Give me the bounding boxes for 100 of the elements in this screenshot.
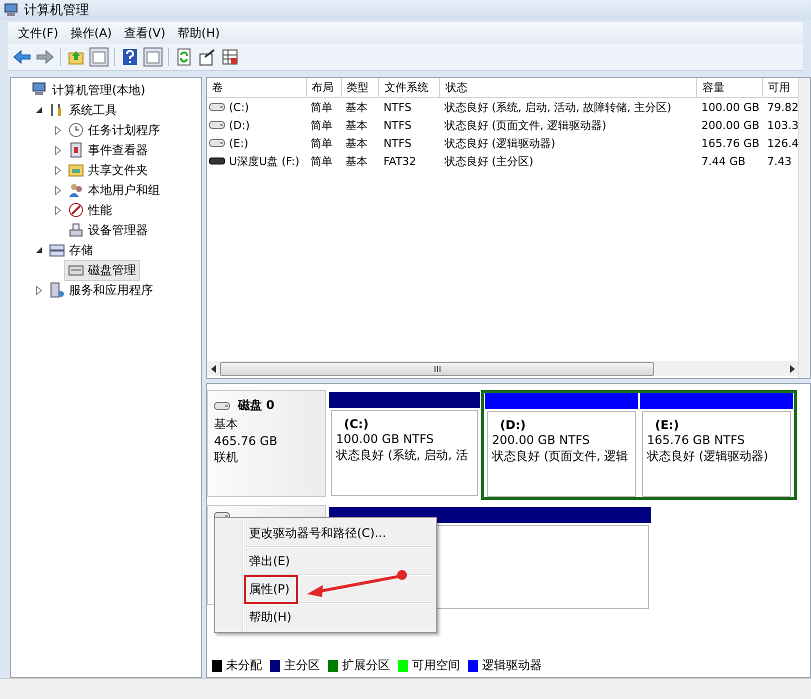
column-header[interactable]: 容量 [697,78,764,97]
table-cell: NTFS [383,118,412,132]
partition-box[interactable]: (E:) 165.76 GB NTFS 状态良好 (逻辑驱动器) [642,411,791,497]
tree-item[interactable]: 系统工具 [45,100,121,120]
legend-label: 可用空间 [412,657,460,674]
menu-item[interactable]: 帮助(H) [171,24,226,42]
help-icon[interactable] [120,47,140,67]
context-menu-item[interactable]: 属性(P) [215,576,436,602]
pane-toggle-icon[interactable] [89,47,109,67]
partition-label: (C:) [343,417,370,431]
log-book-icon [68,142,84,158]
left-arrow-icon[interactable] [210,364,218,372]
table-cell: 简单 [310,118,333,132]
drive-icon [209,139,225,147]
table-cell: 状态良好 (主分区) [444,154,534,168]
context-menu-item[interactable]: 帮助(H) [215,604,436,630]
partition-size: 100.00 GB NTFS [336,432,435,446]
tree-item[interactable]: 磁盘管理 [64,260,140,280]
table-cell: 状态良好 (系统, 启动, 活动, 故障转储, 主分区) [444,100,672,114]
collapsed-arrow-icon[interactable] [55,166,61,174]
tree-item[interactable]: 设备管理器 [64,220,152,240]
partition-size: 200.00 GB NTFS [492,433,591,447]
table-cell: 103.3 [767,118,799,132]
table-cell: 简单 [310,136,333,150]
tree-item[interactable]: 存储 [45,240,97,260]
drive-icon [214,402,230,410]
grid-icon[interactable] [220,47,240,67]
computer-icon [4,3,18,17]
tree-item[interactable]: 计算机管理(本地) [28,80,150,100]
disk-type: 基本 [214,416,239,433]
collapsed-arrow-icon[interactable] [55,126,61,134]
partition-size: 165.76 GB NTFS [647,433,746,447]
table-cell: 126.4 [767,136,799,150]
table-cell: NTFS [383,136,412,150]
disk-size: 465.76 GB [214,434,278,448]
context-menu-item[interactable]: 弹出(E) [215,548,436,574]
expanded-arrow-icon[interactable] [36,246,42,254]
partition-status: 状态良好 (页面文件, 逻辑 [492,448,630,465]
table-cell: 79.82 [767,100,799,114]
table-cell: 基本 [346,118,368,132]
column-header[interactable]: 布局 [306,78,342,97]
partition-label: (E:) [654,418,680,432]
clock-icon [68,122,84,138]
table-cell: 状态良好 (页面文件, 逻辑驱动器) [444,118,606,132]
tree-item[interactable]: 任务计划程序 [64,120,164,140]
vertical-scrollbar[interactable] [798,78,810,378]
tree-item[interactable]: 本地用户和组 [64,180,164,200]
drive-icon [209,121,225,129]
table-cell: 简单 [310,100,333,114]
partition-label: (D:) [499,418,527,432]
legend-label: 扩展分区 [342,657,390,674]
forward-arrow-icon[interactable] [35,47,55,67]
grip-icon [434,366,440,372]
collapsed-arrow-icon[interactable] [36,286,42,294]
back-arrow-icon[interactable] [12,47,32,67]
context-menu-item[interactable]: 更改驱动器号和路径(C)... [215,520,436,546]
table-cell: 165.76 GB [701,136,760,150]
table-cell: (D:) [229,118,250,132]
expanded-arrow-icon[interactable] [36,106,42,114]
table-cell: (E:) [229,136,248,150]
table-cell: (C:) [229,100,249,114]
menu-item[interactable]: 查看(V) [118,24,172,42]
table-cell: FAT32 [383,154,416,168]
pane-toggle-icon[interactable] [143,47,163,67]
partition-box[interactable]: (C:) 100.00 GB NTFS 状态良好 (系统, 启动, 活 [331,410,478,496]
table-cell: 基本 [346,136,368,150]
usb-drive-icon [209,157,225,165]
column-header[interactable]: 卷 [207,78,307,97]
legend-label: 主分区 [284,657,320,674]
partition-status: 状态良好 (系统, 启动, 活 [336,447,469,464]
disk-name: 磁盘 0 [238,397,275,414]
right-arrow-icon[interactable] [788,364,796,372]
column-header[interactable]: 文件系统 [379,78,440,97]
tree-item[interactable]: 性能 [64,200,116,220]
column-header[interactable]: 状态 [440,78,698,97]
collapsed-arrow-icon[interactable] [55,146,61,154]
highlight-box: 属性(P) [244,574,298,604]
storage-icon [49,242,65,258]
window-title: 计算机管理 [24,2,89,19]
device-icon [68,222,84,238]
table-cell: 状态良好 (逻辑驱动器) [444,136,556,150]
shared-folder-icon [68,162,84,178]
drive-icon [209,103,225,111]
computer-icon [32,82,48,98]
table-cell: 简单 [310,154,333,168]
tree-item[interactable]: 事件查看器 [64,140,152,160]
table-cell: U深度U盘 (F:) [229,154,300,168]
partition-box[interactable]: (D:) 200.00 GB NTFS 状态良好 (页面文件, 逻辑 [487,411,636,497]
horizontal-scrollbar[interactable] [207,361,799,376]
menu-item[interactable]: 文件(F) [12,24,64,42]
menu-item[interactable]: 操作(A) [64,24,118,42]
properties-icon[interactable] [197,47,217,67]
collapsed-arrow-icon[interactable] [55,186,61,194]
table-cell: 100.00 GB [701,100,760,114]
collapsed-arrow-icon[interactable] [55,206,61,214]
disk-status: 联机 [214,449,239,466]
tree-item[interactable]: 共享文件夹 [64,160,152,180]
legend-label: 未分配 [226,657,262,674]
column-header[interactable]: 类型 [342,78,380,97]
tree-item[interactable]: 服务和应用程序 [45,280,157,300]
